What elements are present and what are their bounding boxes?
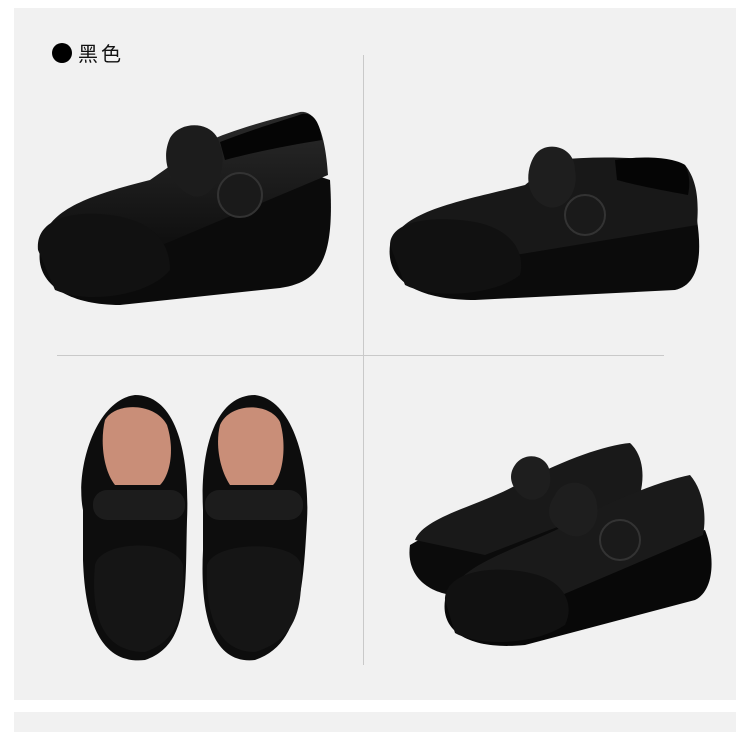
shoe-side-left-image bbox=[37, 111, 331, 305]
black-dot-icon bbox=[52, 42, 72, 63]
shoe-top-pair-image bbox=[81, 395, 308, 661]
shoe-angled-pair-image bbox=[409, 443, 712, 646]
horizontal-divider bbox=[57, 355, 664, 356]
bottom-strip bbox=[14, 712, 736, 732]
vertical-divider bbox=[363, 55, 364, 665]
shoe-side-right-image bbox=[389, 146, 700, 300]
color-label: 黑色 bbox=[52, 38, 124, 67]
color-label-text: 黑色 bbox=[78, 42, 124, 66]
